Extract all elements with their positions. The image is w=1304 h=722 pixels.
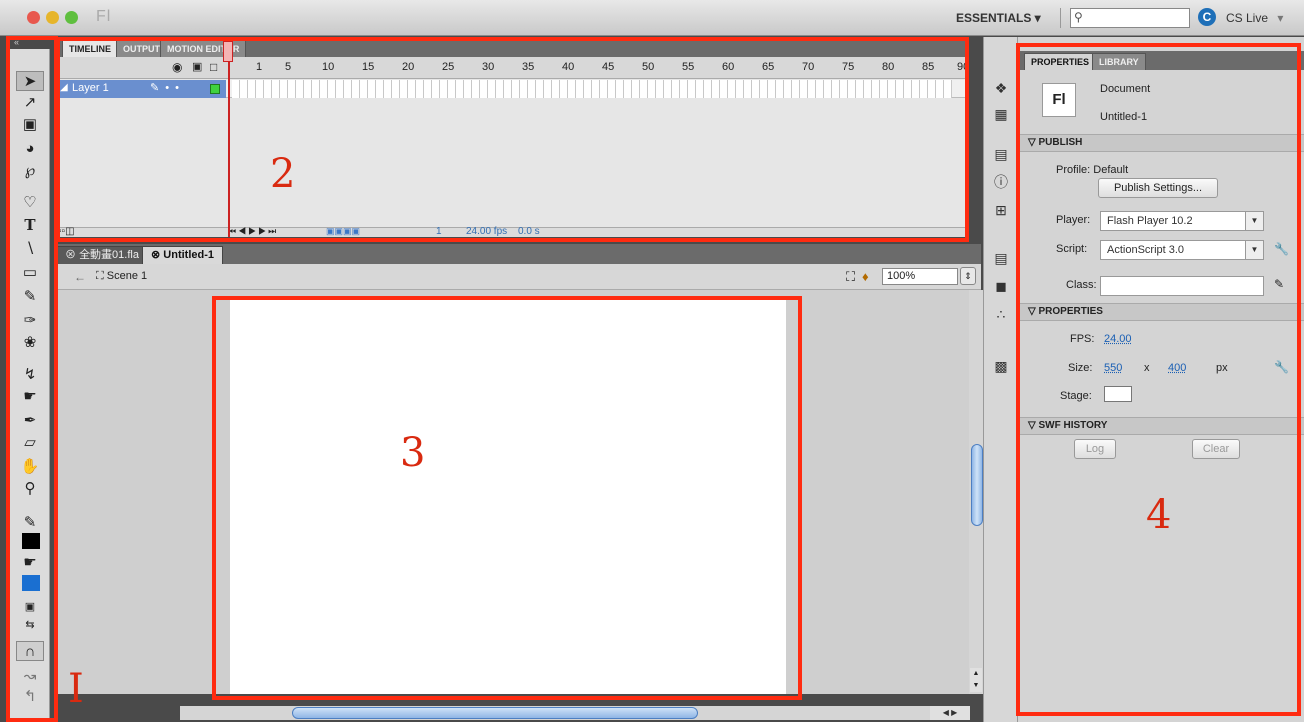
search-icon: ⚲ (1074, 10, 1083, 24)
annotation-box-2 (56, 37, 969, 242)
annotation-label-4: 4 (1146, 492, 1172, 538)
motion-presets-icon[interactable]: ∴ (990, 303, 1012, 325)
cs-live-icon[interactable]: C (1198, 8, 1216, 26)
tab-document-2[interactable]: ⊗ Untitled-1 (142, 246, 224, 264)
zoom-input[interactable]: 100% (882, 268, 958, 285)
annotation-box-3 (212, 296, 802, 700)
annotation-label-1: I (68, 666, 84, 712)
scene-icon: ⛶ (96, 270, 104, 282)
app-logo: Fl (96, 8, 112, 25)
close-window-button[interactable] (27, 11, 40, 24)
close-icon[interactable]: ⊗ (65, 249, 76, 261)
vertical-scroll-thumb[interactable] (971, 444, 983, 526)
document-tab-bar: ⊗ 全動畫01.fla ⊗ Untitled-1 (56, 244, 981, 264)
annotation-label-2: 2 (270, 151, 296, 197)
annotation-box-4 (1016, 43, 1301, 716)
transform-panel-icon[interactable]: ⊞ (990, 199, 1012, 221)
divider (1060, 8, 1061, 28)
edit-bar: ← ⛶ Scene 1 ⛶ ♦ 100% ⇕ (56, 264, 981, 290)
horizontal-scroll-arrows[interactable]: ◀ ▶ (930, 706, 970, 720)
minimize-window-button[interactable] (46, 11, 59, 24)
annotation-label-3: 3 (400, 430, 426, 476)
cs-live-menu[interactable]: CS Live ▾ (1226, 11, 1283, 25)
collapsed-panel-dock: ❖ ▦ ▤ ⓘ ⊞ ▤ ◼ ∴ ▩ (983, 37, 1018, 722)
close-icon[interactable]: ⊗ (151, 249, 160, 261)
scene-name: Scene 1 (106, 270, 148, 282)
back-arrow-icon[interactable]: ← (74, 270, 86, 284)
align-panel-icon[interactable]: ▤ (990, 143, 1012, 165)
components-panel-icon[interactable]: ◼ (990, 275, 1012, 297)
code-snippets-icon[interactable]: ▤ (990, 247, 1012, 269)
workspace-switcher[interactable]: ESSENTIALS ▾ (956, 11, 1041, 25)
zoom-dropdown-icon[interactable]: ⇕ (960, 267, 976, 285)
zoom-window-button[interactable] (65, 11, 78, 24)
vertical-scroll-arrows[interactable]: ▲ ▼ (970, 668, 982, 692)
info-panel-icon[interactable]: ⓘ (990, 171, 1012, 193)
title-bar: Fl ESSENTIALS ▾ ⚲ C CS Live ▾ (0, 0, 1304, 36)
annotation-box-1 (6, 36, 58, 722)
edit-scene-icon[interactable]: ⛶ (846, 269, 855, 285)
tab-document-1[interactable]: ⊗ 全動畫01.fla (56, 246, 148, 264)
color-panel-icon[interactable]: ❖ (990, 77, 1012, 99)
tab-label: 全動畫01.fla (79, 249, 139, 261)
edit-symbols-icon[interactable]: ♦ (862, 269, 869, 284)
cs-live-label: CS Live (1226, 11, 1269, 25)
project-panel-icon[interactable]: ▩ (990, 355, 1012, 377)
scene-breadcrumb[interactable]: ⛶ Scene 1 (96, 270, 147, 283)
horizontal-scroll-thumb[interactable] (292, 707, 698, 719)
help-search-input[interactable]: ⚲ (1070, 8, 1190, 28)
tab-label: Untitled-1 (163, 249, 215, 261)
swatches-panel-icon[interactable]: ▦ (990, 103, 1012, 125)
chevron-down-icon: ▾ (1277, 11, 1284, 25)
